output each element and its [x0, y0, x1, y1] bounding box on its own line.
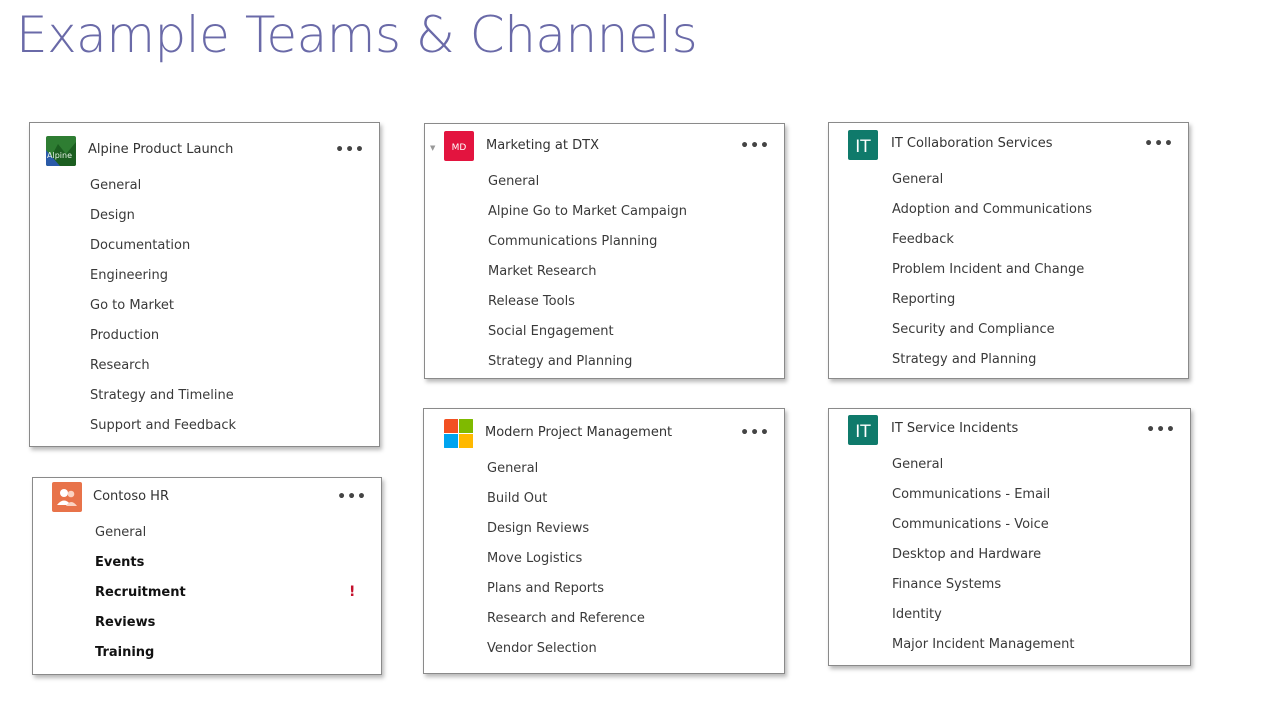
channel-item[interactable]: Feedback	[892, 232, 954, 247]
more-options-icon[interactable]: •••	[1146, 423, 1176, 437]
channel-item[interactable]: Design Reviews	[487, 521, 589, 536]
more-options-icon[interactable]: •••	[1144, 137, 1174, 151]
channel-item[interactable]: Recruitment	[95, 585, 186, 600]
more-options-icon[interactable]: •••	[335, 143, 365, 157]
channel-item[interactable]: Communications - Email	[892, 487, 1050, 502]
md-initials-icon: MD	[444, 131, 474, 161]
team-name: Contoso HR	[93, 489, 169, 504]
team-name: IT Service Incidents	[891, 421, 1019, 436]
it-initials-icon: IT	[848, 130, 878, 160]
channel-item[interactable]: Reviews	[95, 615, 155, 630]
page-title: Example Teams & Channels	[16, 6, 698, 64]
team-header[interactable]: Modern Project Management •••	[424, 409, 784, 457]
important-alert-icon: !	[349, 584, 356, 600]
channel-item[interactable]: Engineering	[90, 268, 168, 283]
channel-item[interactable]: Identity	[892, 607, 942, 622]
team-card-contoso-hr: Contoso HR ••• General Events Recruitmen…	[32, 477, 382, 675]
channel-item[interactable]: Design	[90, 208, 135, 223]
team-card-it-collaboration-services: IT IT Collaboration Services ••• General…	[828, 122, 1189, 379]
channel-item[interactable]: Go to Market	[90, 298, 174, 313]
team-header[interactable]: Alpine Alpine Product Launch •••	[30, 123, 379, 171]
channel-item[interactable]: Adoption and Communications	[892, 202, 1092, 217]
team-card-marketing-at-dtx: ▼ MD Marketing at DTX ••• General Alpine…	[424, 123, 785, 379]
channel-item[interactable]: General	[488, 174, 539, 189]
channel-item[interactable]: Communications - Voice	[892, 517, 1049, 532]
channel-item[interactable]: Move Logistics	[487, 551, 582, 566]
team-card-alpine-product-launch: Alpine Alpine Product Launch ••• General…	[29, 122, 380, 447]
channel-item[interactable]: Documentation	[90, 238, 190, 253]
team-name: Alpine Product Launch	[88, 142, 234, 157]
team-name: IT Collaboration Services	[891, 136, 1053, 151]
team-name: Marketing at DTX	[486, 138, 599, 153]
channel-item[interactable]: General	[487, 461, 538, 476]
channel-item[interactable]: General	[90, 178, 141, 193]
channel-item[interactable]: General	[892, 172, 943, 187]
channel-item[interactable]: Events	[95, 555, 144, 570]
channel-item[interactable]: Alpine Go to Market Campaign	[488, 204, 687, 219]
channel-item[interactable]: Plans and Reports	[487, 581, 604, 596]
channel-item[interactable]: Strategy and Planning	[488, 354, 632, 369]
channel-item[interactable]: Production	[90, 328, 159, 343]
channel-item[interactable]: General	[95, 525, 146, 540]
team-header[interactable]: IT IT Service Incidents •••	[829, 409, 1190, 457]
it-initials-icon: IT	[848, 415, 878, 445]
alpine-logo-icon: Alpine	[46, 136, 76, 166]
channel-item[interactable]: Reporting	[892, 292, 955, 307]
channel-item[interactable]: Security and Compliance	[892, 322, 1055, 337]
channel-item[interactable]: Market Research	[488, 264, 596, 279]
channel-item[interactable]: Support and Feedback	[90, 418, 236, 433]
channel-item[interactable]: Strategy and Timeline	[90, 388, 234, 403]
channel-item[interactable]: Major Incident Management	[892, 637, 1074, 652]
more-options-icon[interactable]: •••	[337, 490, 367, 504]
team-name: Modern Project Management	[485, 425, 673, 440]
svg-text:Alpine: Alpine	[47, 151, 72, 160]
channel-item[interactable]: Vendor Selection	[487, 641, 597, 656]
channel-item[interactable]: Training	[95, 645, 154, 660]
team-card-modern-project-management: Modern Project Management ••• General Bu…	[423, 408, 785, 674]
microsoft-logo-icon	[444, 419, 474, 449]
svg-text:MD: MD	[452, 143, 467, 153]
team-header[interactable]: IT IT Collaboration Services •••	[829, 123, 1188, 171]
channel-item[interactable]: Problem Incident and Change	[892, 262, 1084, 277]
team-header[interactable]: ▼ MD Marketing at DTX •••	[425, 124, 784, 172]
channel-item[interactable]: Communications Planning	[488, 234, 657, 249]
people-icon	[52, 482, 82, 512]
svg-text:IT: IT	[855, 422, 871, 442]
channel-item[interactable]: Social Engagement	[488, 324, 614, 339]
more-options-icon[interactable]: •••	[740, 139, 770, 153]
channel-item[interactable]: Research and Reference	[487, 611, 645, 626]
team-header[interactable]: Contoso HR •••	[33, 478, 381, 526]
channel-item[interactable]: General	[892, 457, 943, 472]
channel-item[interactable]: Desktop and Hardware	[892, 547, 1041, 562]
channel-item[interactable]: Strategy and Planning	[892, 352, 1036, 367]
collapse-caret-icon[interactable]: ▼	[430, 144, 435, 152]
channel-item[interactable]: Release Tools	[488, 294, 575, 309]
team-card-it-service-incidents: IT IT Service Incidents ••• General Comm…	[828, 408, 1191, 666]
channel-item[interactable]: Research	[90, 358, 150, 373]
more-options-icon[interactable]: •••	[740, 426, 770, 440]
svg-text:IT: IT	[855, 137, 871, 157]
channel-item[interactable]: Build Out	[487, 491, 547, 506]
channel-item[interactable]: Finance Systems	[892, 577, 1001, 592]
